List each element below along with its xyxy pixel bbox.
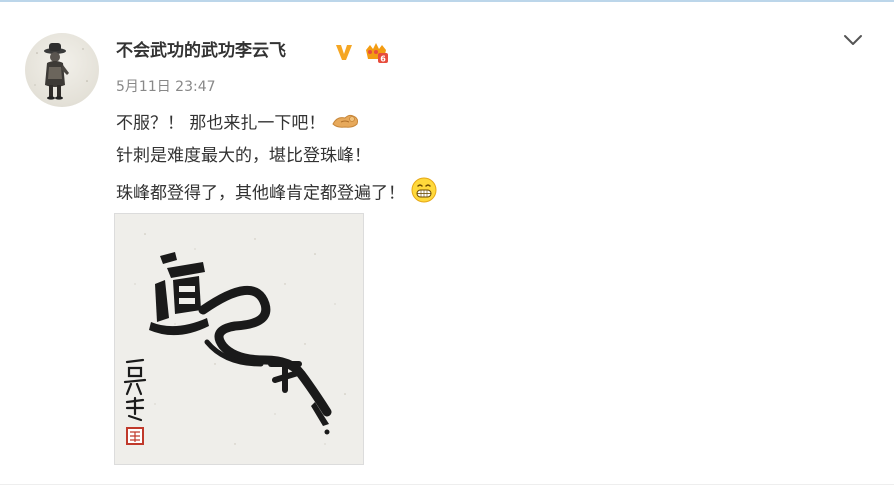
calligraphy-artwork [115,214,363,464]
chevron-down-icon[interactable] [842,30,864,50]
grinning-face-emoji [411,177,437,210]
vip-crown-icon[interactable]: 6 [363,41,389,69]
bottom-divider [0,484,894,485]
post-text-line: 针刺是难度最大的，堪比登珠峰！ [116,144,371,168]
weibo-post-card: 不会武功的武功李云飞 6 5月11日 23:47 不服？！ 那也来扎一下吧！ 针… [0,0,894,489]
post-image[interactable] [114,213,364,465]
post-text-line: 不服？！ 那也来扎一下吧！ [116,110,361,137]
avatar-photo [34,43,88,100]
verified-v-icon[interactable] [334,42,354,66]
avatar[interactable] [25,33,99,107]
top-divider [0,0,894,2]
svg-text:6: 6 [380,55,386,64]
post-text-line: 珠峰都登得了，其他峰肯定都登遍了！ [116,177,437,210]
author-name[interactable]: 不会武功的武功李云飞 [116,40,286,62]
post-text: 珠峰都登得了，其他峰肯定都登遍了！ [116,183,405,204]
flexed-arm-emoji [331,110,361,137]
post-timestamp[interactable]: 5月11日 23:47 [116,78,216,96]
post-text: 针刺是难度最大的，堪比登珠峰！ [116,146,371,166]
post-text: 不服？！ 那也来扎一下吧！ [116,113,326,134]
